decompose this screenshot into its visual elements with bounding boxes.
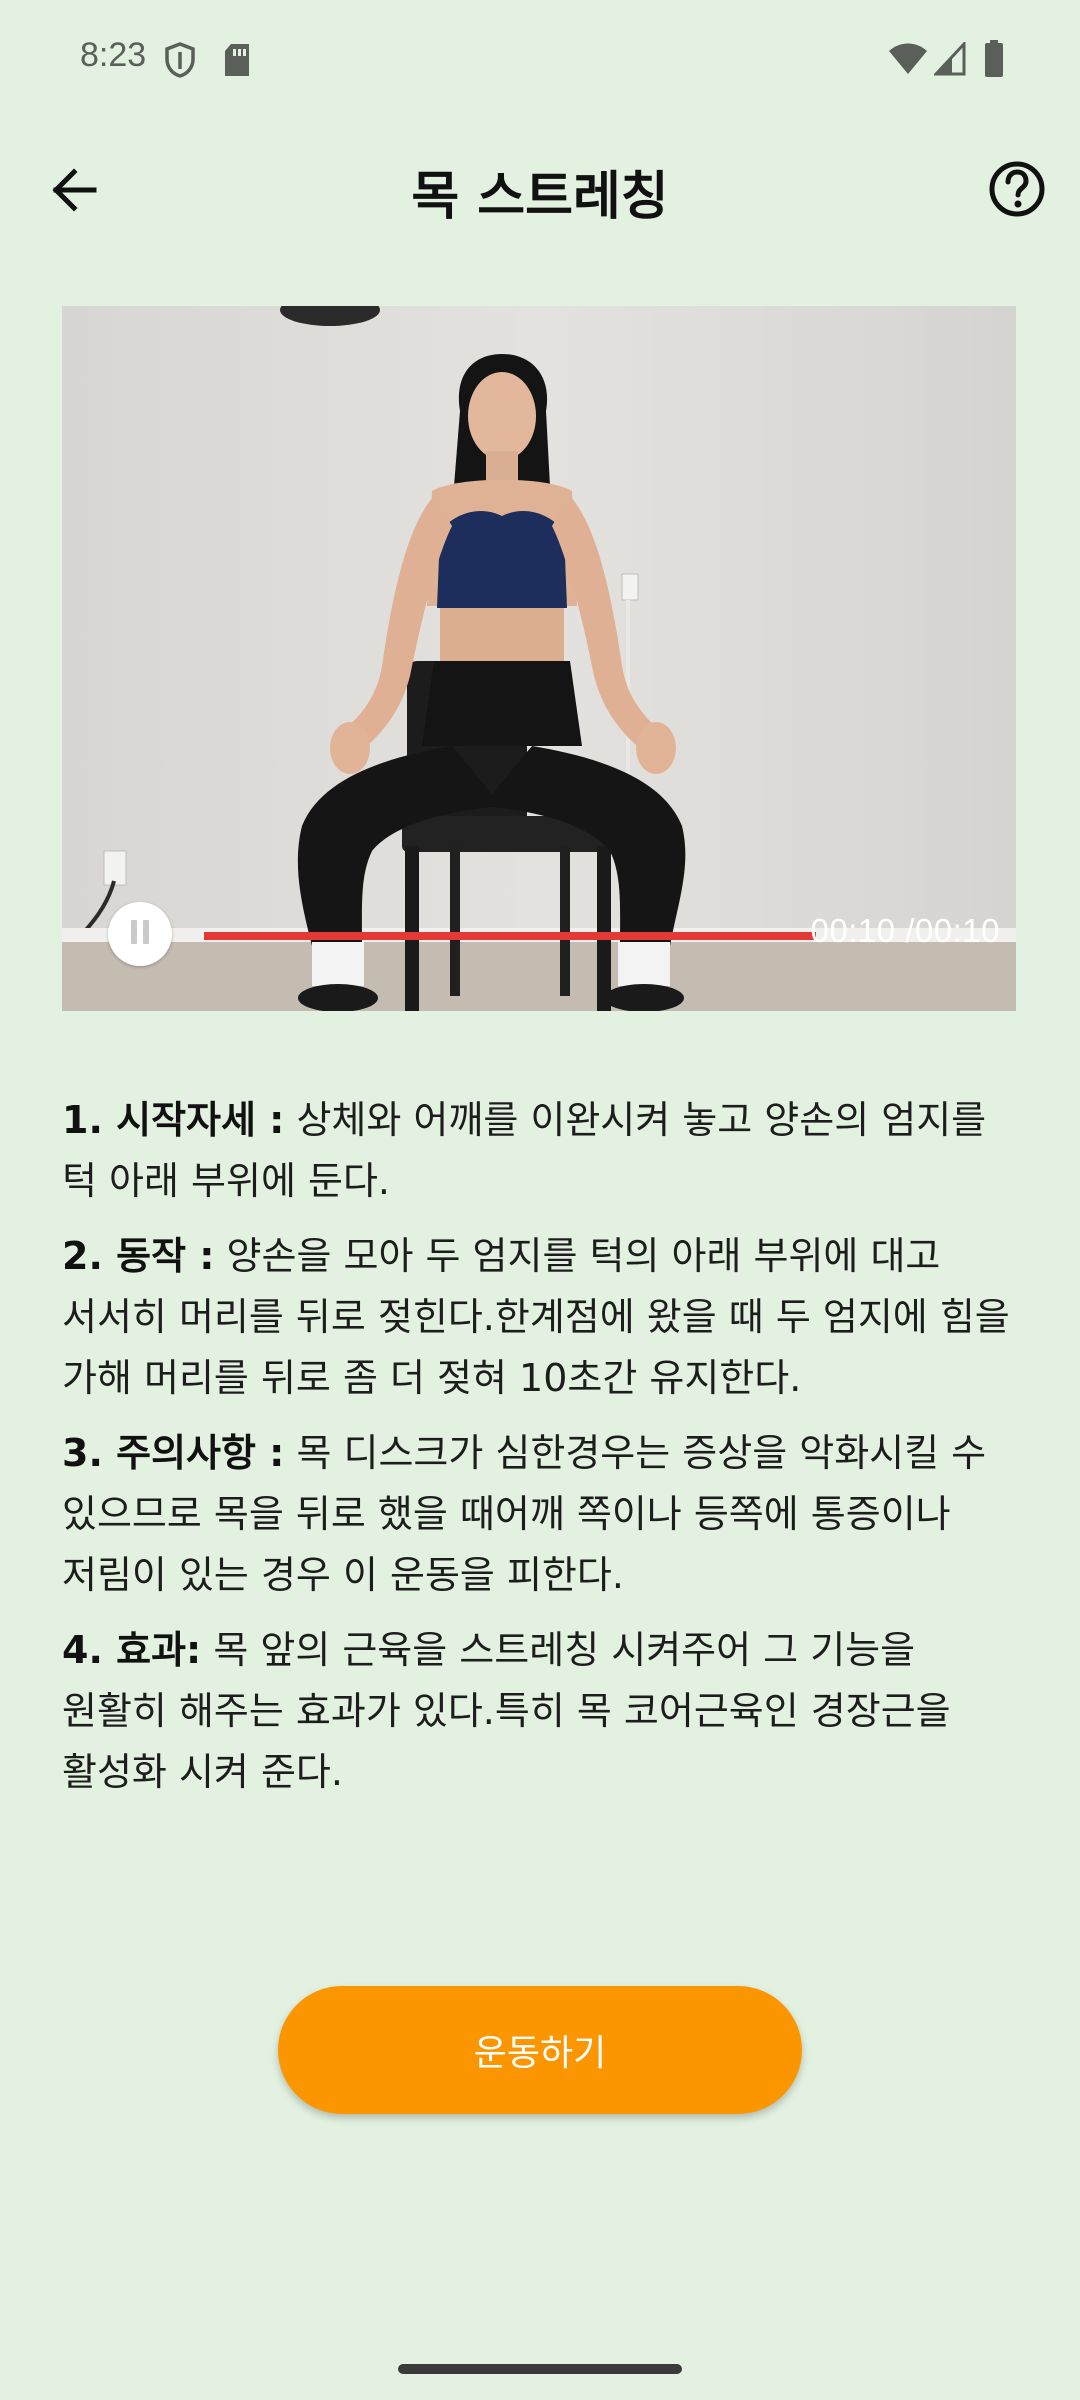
step-label: 4. 효과:: [62, 1628, 202, 1672]
app-bar: 목 스트레칭: [0, 130, 1080, 250]
start-exercise-button[interactable]: 운동하기: [278, 1986, 802, 2114]
pause-button[interactable]: [108, 902, 172, 966]
video-progress-fill: [204, 932, 816, 940]
step-label: 1. 시작자세 :: [62, 1098, 285, 1142]
video-player[interactable]: 00:10 /00:10: [62, 306, 1016, 1011]
help-button[interactable]: [988, 160, 1046, 222]
status-bar: 8:23: [0, 0, 1080, 120]
step-motion: 2. 동작 : 양손을 모아 두 엄지를 턱의 아래 부위에 대고 서서히 머리…: [62, 1226, 1022, 1409]
battery-icon: [984, 40, 1004, 78]
signal-icon: [934, 42, 966, 76]
video-progress-bar[interactable]: [204, 932, 816, 940]
step-caution: 3. 주의사항 : 목 디스크가 심한경우는 증상을 악화시킬 수 있으므로 목…: [62, 1423, 1022, 1606]
video-time: 00:10 /00:10: [810, 912, 1000, 949]
step-effect: 4. 효과: 목 앞의 근육을 스트레칭 시켜주어 그 기능을 원활히 해주는 …: [62, 1620, 1022, 1803]
page-title: 목 스트레칭: [411, 167, 669, 227]
pause-icon: [127, 917, 153, 951]
sd-card-icon: [222, 42, 252, 78]
step-label: 2. 동작 :: [62, 1234, 215, 1278]
video-frame: [62, 306, 1016, 1011]
shield-icon: [164, 42, 196, 78]
wifi-icon: [888, 42, 928, 76]
step-label: 3. 주의사항 :: [62, 1431, 285, 1475]
step-start-position: 1. 시작자세 : 상체와 어깨를 이완시켜 놓고 양손의 엄지를 턱 아래 부…: [62, 1090, 1022, 1212]
instructions: 1. 시작자세 : 상체와 어깨를 이완시켜 놓고 양손의 엄지를 턱 아래 부…: [62, 1090, 1022, 1817]
help-circle-icon: [988, 161, 1046, 222]
home-indicator[interactable]: [398, 2364, 682, 2374]
status-time: 8:23: [80, 36, 147, 74]
